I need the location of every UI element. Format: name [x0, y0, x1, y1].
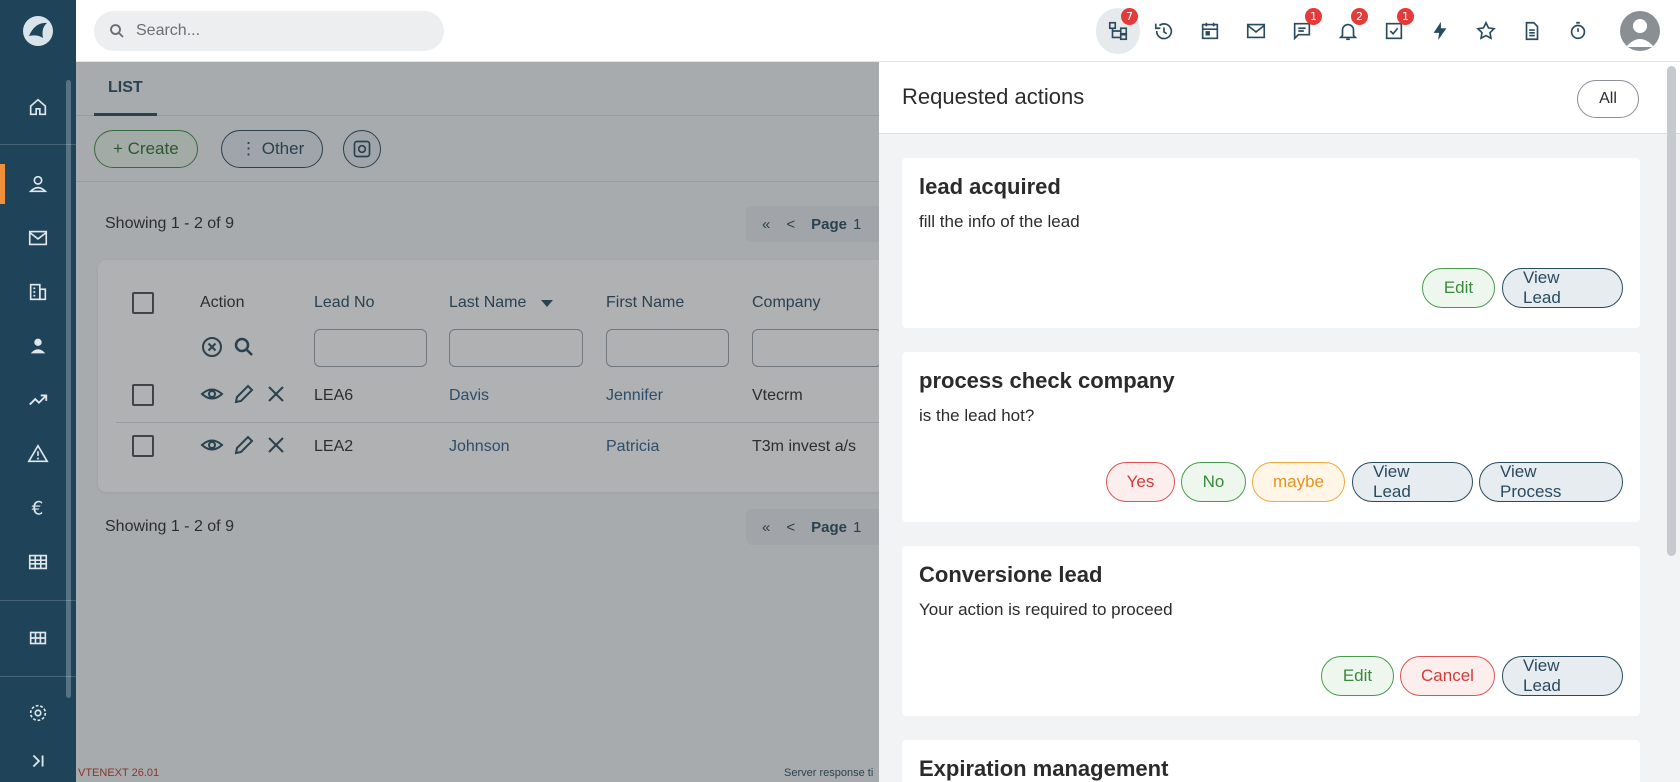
requested-actions-panel: Requested actions All lead acquired fill…: [879, 62, 1680, 782]
app-logo[interactable]: [0, 0, 76, 62]
sidebar-item-potentials[interactable]: [0, 374, 76, 426]
sidebar: €: [0, 0, 76, 782]
gear-icon: [29, 704, 47, 722]
sidebar-item-accounts[interactable]: [0, 266, 76, 318]
documents-button[interactable]: [1510, 8, 1554, 54]
stopwatch-icon: [1570, 21, 1586, 40]
action-card-title: process check company: [919, 368, 1175, 393]
building-icon: [29, 283, 47, 301]
history-button[interactable]: [1142, 8, 1186, 54]
sidebar-expand-button[interactable]: [0, 735, 76, 782]
notifications-badge: 2: [1351, 8, 1368, 25]
lightning-icon: [1433, 21, 1447, 41]
panel-scrollbar[interactable]: [1667, 66, 1676, 556]
view-lead-button[interactable]: View Lead: [1502, 268, 1623, 308]
search-placeholder: Search...: [136, 22, 201, 39]
action-card-description: fill the info of the lead: [919, 212, 1080, 231]
action-card: process check company is the lead hot? Y…: [902, 352, 1640, 522]
sidebar-item-reports[interactable]: [0, 536, 76, 588]
top-bar: Search... 7 1 2 1: [76, 0, 1680, 62]
cancel-button[interactable]: Cancel: [1400, 656, 1495, 696]
chevron-right-icon: [32, 754, 44, 768]
no-button[interactable]: No: [1181, 462, 1246, 502]
view-lead-button[interactable]: View Lead: [1352, 462, 1473, 502]
sidebar-scrollbar[interactable]: [66, 80, 71, 698]
todos-badge: 1: [1397, 8, 1414, 25]
warning-icon: [27, 444, 49, 463]
all-button[interactable]: All: [1577, 80, 1639, 118]
processes-button[interactable]: 7: [1096, 8, 1140, 54]
action-card: Expiration management: [902, 740, 1640, 782]
mail-icon: [28, 230, 48, 246]
action-card-description: is the lead hot?: [919, 406, 1035, 425]
sidebar-item-apps[interactable]: [0, 612, 76, 664]
view-lead-button[interactable]: View Lead: [1502, 656, 1623, 696]
talks-button[interactable]: 1: [1280, 8, 1324, 54]
edit-button[interactable]: Edit: [1321, 656, 1394, 696]
action-card-title: Expiration management: [919, 756, 1169, 781]
timer-button[interactable]: [1556, 8, 1600, 54]
panel-title: Requested actions: [902, 84, 1085, 109]
search-input[interactable]: Search...: [94, 11, 444, 51]
action-card: Conversione lead Your action is required…: [902, 546, 1640, 716]
talks-badge: 1: [1305, 8, 1322, 25]
edit-button[interactable]: Edit: [1422, 268, 1495, 308]
action-card-title: Conversione lead: [919, 562, 1103, 587]
trending-up-icon: [29, 394, 48, 406]
grid-icon: [29, 631, 47, 645]
yes-button[interactable]: Yes: [1106, 462, 1175, 502]
home-icon: [29, 98, 47, 116]
logo-icon: [23, 16, 53, 46]
svg-text:€: €: [32, 498, 44, 519]
sidebar-item-invoices[interactable]: €: [0, 482, 76, 534]
notifications-button[interactable]: 2: [1326, 8, 1370, 54]
panel-header: Requested actions All: [879, 62, 1680, 134]
star-icon: [1476, 20, 1496, 40]
search-icon: [110, 24, 124, 38]
sidebar-item-contacts[interactable]: [0, 158, 76, 210]
action-card-description: Your action is required to proceed: [919, 600, 1173, 619]
avatar-icon: [1626, 19, 1654, 47]
messages-button[interactable]: [1234, 8, 1278, 54]
todos-button[interactable]: 1: [1372, 8, 1416, 54]
sidebar-item-leads[interactable]: [0, 320, 76, 372]
action-card-title: lead acquired: [919, 174, 1061, 199]
maybe-button[interactable]: maybe: [1252, 462, 1345, 502]
user-icon: [30, 338, 46, 354]
person-icon: [28, 175, 48, 193]
document-icon: [1525, 21, 1539, 41]
sidebar-item-home[interactable]: [0, 81, 76, 133]
view-process-button[interactable]: View Process: [1479, 462, 1623, 502]
quick-actions-button[interactable]: [1418, 8, 1462, 54]
envelope-icon: [1246, 23, 1266, 39]
modal-backdrop[interactable]: [76, 62, 879, 782]
euro-icon: €: [32, 498, 44, 519]
sidebar-item-tickets[interactable]: [0, 428, 76, 480]
user-avatar[interactable]: [1620, 11, 1660, 51]
calendar-icon: [1201, 22, 1219, 40]
processes-badge: 7: [1121, 8, 1138, 25]
sidebar-item-mail[interactable]: [0, 212, 76, 264]
table-icon: [28, 554, 48, 570]
calendar-button[interactable]: [1188, 8, 1232, 54]
history-icon: [1154, 23, 1173, 40]
favorites-button[interactable]: [1464, 8, 1508, 54]
sidebar-item-settings[interactable]: [0, 687, 76, 739]
action-card: lead acquired fill the info of the lead …: [902, 158, 1640, 328]
